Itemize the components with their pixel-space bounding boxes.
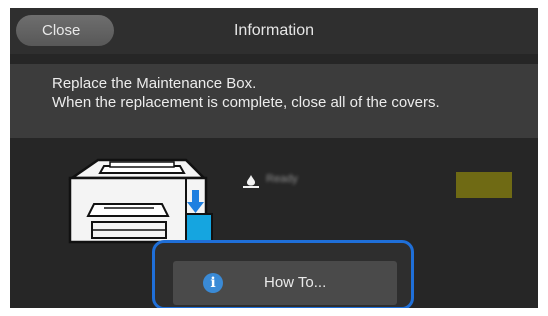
message-line-1: Replace the Maintenance Box. <box>52 75 257 92</box>
message-panel: Replace the Maintenance Box. When the re… <box>10 64 538 138</box>
message-line-2: When the replacement is complete, close … <box>52 94 440 111</box>
how-to-highlight: i How To... <box>152 240 414 308</box>
title-bar: Information Close <box>10 8 538 54</box>
status-color-swatch <box>456 172 512 198</box>
info-icon: i <box>203 273 223 293</box>
status-text: Ready <box>266 173 298 185</box>
how-to-button[interactable]: i How To... <box>173 261 397 305</box>
printer-maintenance-box-icon <box>58 156 218 248</box>
printer-screen: Information Close Replace the Maintenanc… <box>10 8 538 308</box>
close-button[interactable]: Close <box>16 15 114 46</box>
how-to-label: How To... <box>264 274 327 291</box>
ink-drop-icon <box>243 175 259 188</box>
